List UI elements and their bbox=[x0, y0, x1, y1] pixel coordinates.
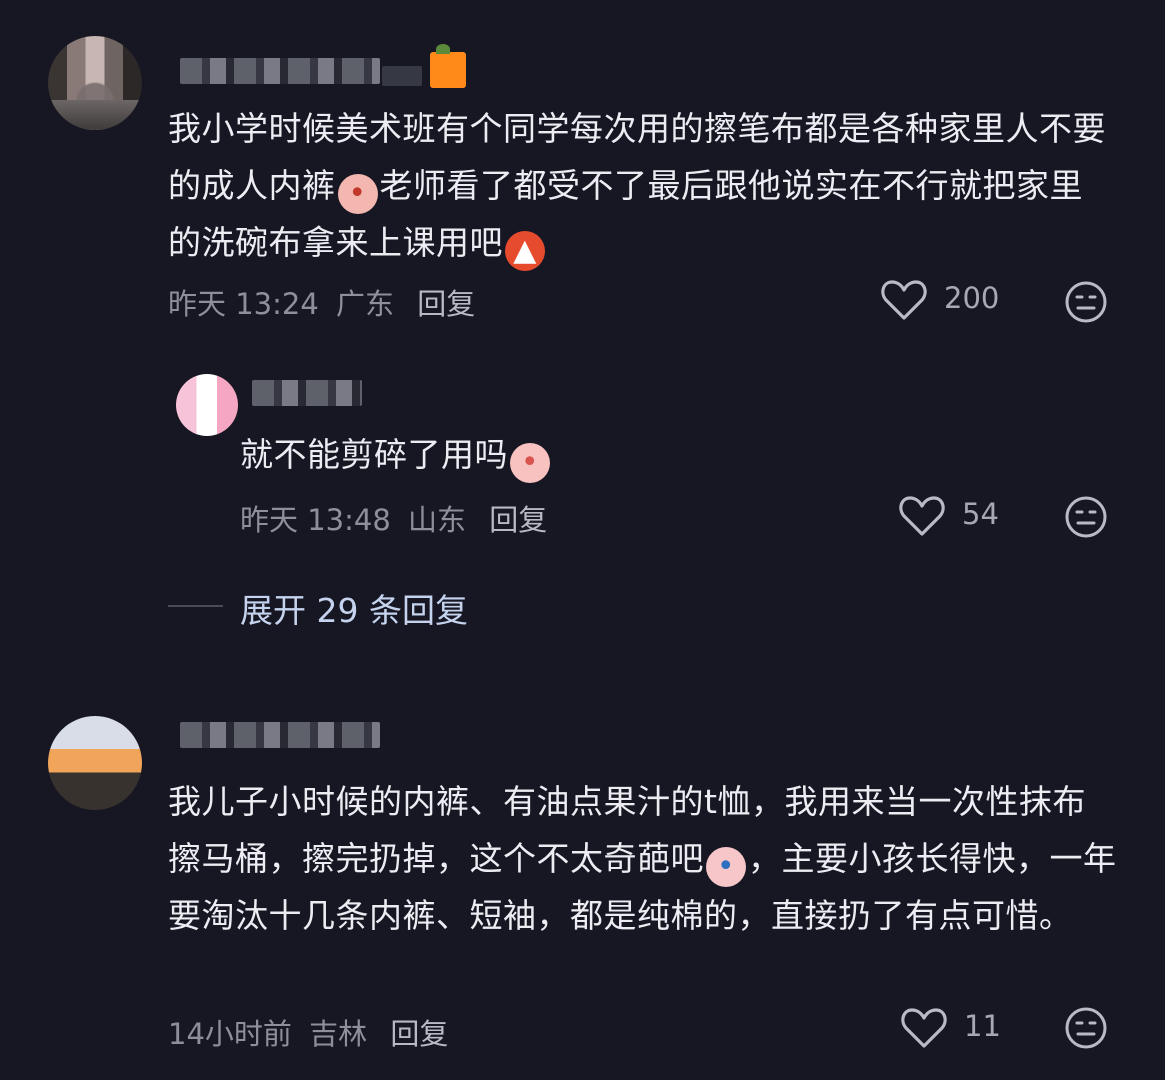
comment-text: 我小学时候美术班有个同学每次用的擦笔布都是各种家里人不要的成人内裤 • 老师看了都受… bbox=[168, 100, 1113, 271]
devil-face-emoji-icon: ▲ bbox=[505, 231, 545, 271]
heart-outline-icon[interactable] bbox=[880, 278, 928, 322]
comment-location: 广东 bbox=[336, 287, 395, 321]
expand-divider bbox=[168, 605, 223, 607]
shy-face-emoji-icon: • bbox=[337, 174, 378, 214]
reply-button[interactable]: 回复 bbox=[489, 503, 547, 537]
like-count: 54 bbox=[962, 497, 999, 531]
reply-text: 就不能剪碎了用吗 • bbox=[240, 426, 1100, 483]
reply-button[interactable]: 回复 bbox=[417, 287, 475, 321]
avatar[interactable] bbox=[176, 374, 238, 436]
comment-text: 我儿子小时候的内裤、有油点果汁的t恤，我用来当一次性抹布擦马桶，擦完扔掉，这个不… bbox=[168, 782, 1117, 935]
crying-face-emoji-icon: • bbox=[510, 443, 550, 483]
username-blurred[interactable] bbox=[180, 58, 380, 84]
avatar[interactable] bbox=[48, 716, 142, 810]
like-count: 11 bbox=[964, 1009, 1001, 1043]
comment-time: 昨天 13:24 bbox=[168, 287, 319, 321]
comment-location: 吉林 bbox=[309, 1017, 368, 1051]
comment-time: 昨天 13:48 bbox=[240, 503, 391, 537]
username-blurred[interactable] bbox=[252, 380, 362, 406]
meh-face-icon[interactable] bbox=[1064, 495, 1108, 539]
comment-time: 14小时前 bbox=[168, 1017, 292, 1051]
comment-location: 山东 bbox=[408, 503, 467, 537]
reply-button[interactable]: 回复 bbox=[390, 1017, 448, 1051]
meh-face-icon[interactable] bbox=[1064, 280, 1108, 324]
meh-face-icon[interactable] bbox=[1064, 1006, 1108, 1050]
reply-meta: 昨天 13:48 山东 回复 bbox=[240, 497, 547, 539]
heart-outline-icon[interactable] bbox=[900, 1006, 948, 1050]
comment-meta: 昨天 13:24 广东 回复 bbox=[168, 281, 475, 323]
expand-replies-button[interactable]: 展开 29 条回复 bbox=[240, 584, 468, 632]
teary-face-emoji-icon: • bbox=[706, 847, 746, 887]
username-blurred-part bbox=[382, 66, 422, 86]
user-badge-icon bbox=[430, 44, 466, 88]
heart-outline-icon[interactable] bbox=[898, 494, 946, 538]
comment-meta: 14小时前 吉林 回复 bbox=[168, 1011, 448, 1053]
avatar[interactable] bbox=[48, 36, 142, 130]
username-blurred[interactable] bbox=[180, 722, 380, 748]
like-count: 200 bbox=[944, 281, 1000, 315]
